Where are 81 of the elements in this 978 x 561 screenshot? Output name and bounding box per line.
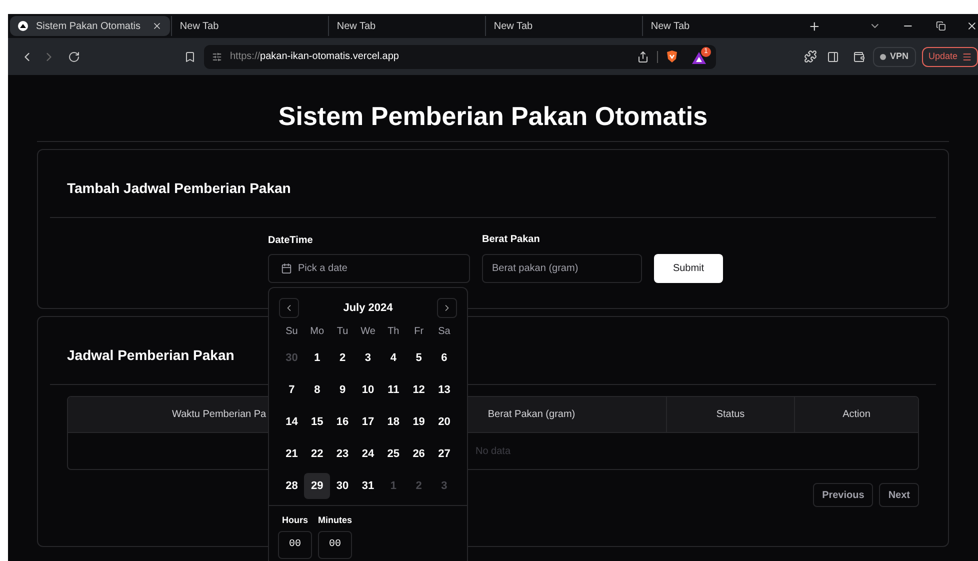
column-header: Berat Pakan (gram) <box>488 408 576 422</box>
browser-tab[interactable]: New Tab <box>328 16 484 36</box>
calendar-day[interactable]: 23 <box>330 441 356 467</box>
calendar-day[interactable]: 20 <box>432 409 457 435</box>
shield-icon[interactable] <box>666 50 678 63</box>
calendar-day[interactable]: 2 <box>330 345 356 371</box>
close-icon[interactable] <box>966 20 978 32</box>
weekday-label: Mo <box>309 325 326 339</box>
site-icon <box>18 21 28 31</box>
calendar-day[interactable]: 13 <box>432 377 457 403</box>
browser-tab[interactable]: Sistem Pakan Otomatis <box>10 16 170 36</box>
calendar-day[interactable]: 19 <box>406 409 432 435</box>
calendar-day[interactable]: 9 <box>330 377 356 403</box>
close-icon[interactable] <box>152 21 162 31</box>
column-header: Waktu Pemberian Pa <box>172 408 266 422</box>
calendar-day[interactable]: 25 <box>380 441 406 467</box>
calendar-day[interactable]: 8 <box>304 377 330 403</box>
calendar-day[interactable]: 30 <box>330 473 356 499</box>
calendar-icon <box>281 263 292 274</box>
calendar-day[interactable]: 22 <box>304 441 330 467</box>
calendar-day[interactable]: 12 <box>406 377 432 403</box>
calendar-day[interactable]: 3 <box>355 345 381 371</box>
submit-button[interactable]: Submit <box>654 254 723 283</box>
calendar-day[interactable]: 28 <box>279 473 304 499</box>
calendar-day[interactable]: 15 <box>304 409 330 435</box>
browser-tab[interactable]: New Tab <box>642 16 798 36</box>
weekday-label: Su <box>284 325 299 339</box>
new-tab-icon[interactable] <box>808 20 821 32</box>
date-picker-field[interactable]: Pick a date <box>268 254 470 283</box>
hours-label: Hours <box>282 514 308 527</box>
field-label: Berat Pakan <box>482 233 541 247</box>
calendar-day[interactable]: 31 <box>355 473 381 499</box>
reload-icon[interactable] <box>68 50 80 62</box>
calendar-day[interactable]: 26 <box>406 441 432 467</box>
field-label: DateTime <box>268 234 314 248</box>
weight-input[interactable]: Berat pakan (gram) <box>482 254 642 283</box>
calendar-day[interactable]: 29 <box>304 473 330 499</box>
menu-icon <box>962 52 972 62</box>
month-title: July 2024 <box>343 300 393 316</box>
share-icon[interactable] <box>637 50 649 62</box>
calendar-day[interactable]: 27 <box>432 441 457 467</box>
calendar-day[interactable]: 16 <box>330 409 356 435</box>
update-button[interactable]: Update <box>922 46 978 66</box>
calendar-day[interactable]: 6 <box>432 345 457 371</box>
calendar-day[interactable]: 14 <box>279 409 304 435</box>
calendar-day[interactable]: 24 <box>355 441 381 467</box>
weekday-label: Th <box>386 325 400 339</box>
sidebar-icon[interactable] <box>827 50 839 62</box>
calendar-day[interactable]: 10 <box>355 377 381 403</box>
calendar-day[interactable]: 11 <box>380 377 406 403</box>
weekday-label: Fr <box>413 325 425 339</box>
column-header: Action <box>842 408 870 422</box>
pagination-button[interactable]: Previous <box>813 483 874 507</box>
calendar-day[interactable]: 1 <box>304 345 330 371</box>
pagination-button[interactable]: Next <box>879 483 919 507</box>
bookmark-icon[interactable] <box>184 50 196 62</box>
wallet-icon[interactable] <box>853 50 865 62</box>
url-text: https://pakan-ikan-otomatis.vercel.app <box>230 50 399 64</box>
calendar-day[interactable]: 7 <box>279 377 304 403</box>
minutes-field[interactable]: 00 <box>318 530 352 558</box>
maximize-icon[interactable] <box>936 21 946 31</box>
minutes-label: Minutes <box>318 514 352 527</box>
browser-tab[interactable]: New Tab <box>484 16 641 36</box>
vpn-button[interactable]: VPN <box>873 46 916 66</box>
weekday-label: Sa <box>437 325 452 339</box>
card-title: Tambah Jadwal Pemberian Pakan <box>67 179 291 198</box>
hours-field[interactable]: 00 <box>278 530 312 558</box>
weekday-label: We <box>360 325 376 339</box>
calendar-day[interactable]: 5 <box>406 345 432 371</box>
card-title: Jadwal Pemberian Pakan <box>67 346 234 365</box>
page-title: Sistem Pemberian Pakan Otomatis <box>278 100 708 133</box>
calendar-day[interactable]: 4 <box>380 345 406 371</box>
extensions-icon[interactable] <box>804 50 817 63</box>
calendar-day[interactable]: 17 <box>355 409 381 435</box>
calendar-day[interactable]: 21 <box>279 441 304 467</box>
site-settings-icon <box>212 52 222 62</box>
empty-message: No data <box>475 444 511 458</box>
weekday-label: Tu <box>336 325 350 339</box>
column-header: Status <box>716 408 745 422</box>
calendar-day[interactable]: 18 <box>380 409 406 435</box>
browser-tab[interactable]: New Tab <box>170 16 327 36</box>
